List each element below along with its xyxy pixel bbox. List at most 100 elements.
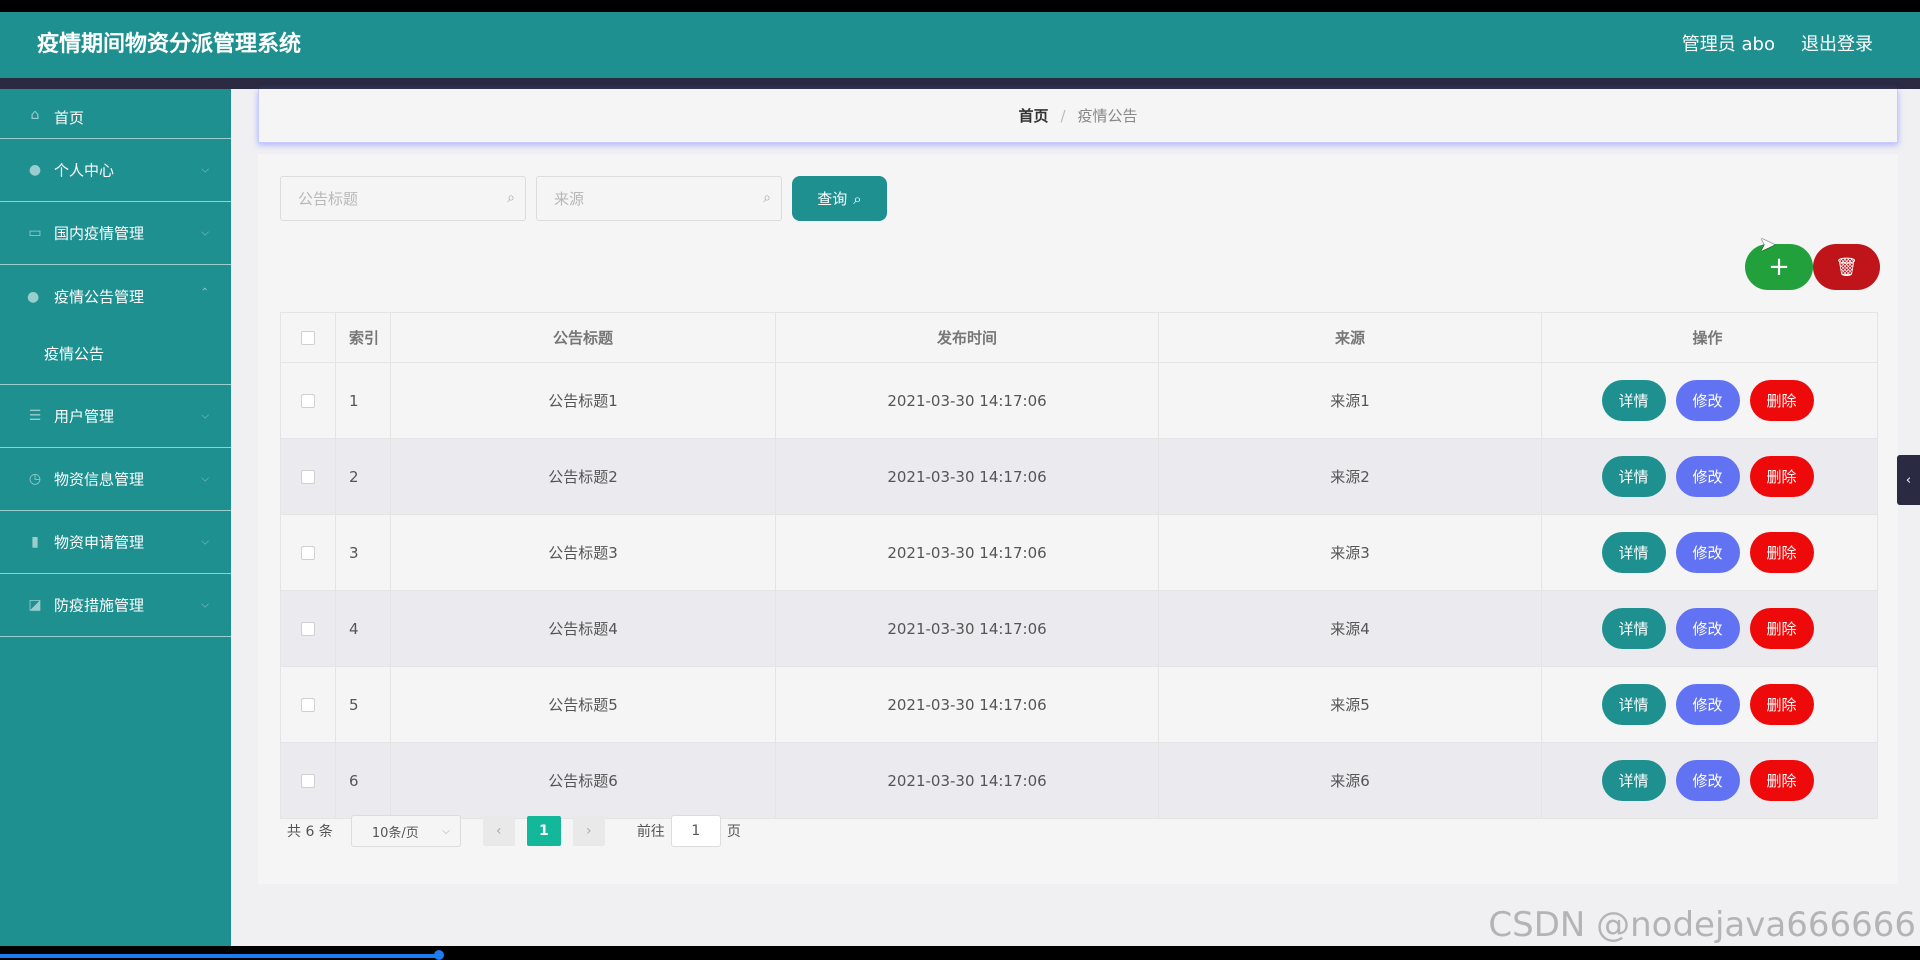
row-title: 公告标题5 — [391, 667, 776, 742]
breadcrumb-home[interactable]: 首页 — [1018, 105, 1048, 126]
row-source: 来源3 — [1159, 515, 1542, 590]
bar-chart-icon: ▮ — [31, 534, 39, 550]
delete-button[interactable]: 删除 — [1749, 456, 1814, 497]
sidebar-item-personal-center[interactable]: ● 个人中心 ⌵ — [0, 139, 231, 202]
sidebar-item-label: 物资申请管理 — [54, 533, 145, 552]
delete-button[interactable]: 删除 — [1749, 532, 1814, 573]
row-checkbox-cell — [281, 363, 336, 438]
query-button[interactable]: 查询 ⌕ — [792, 176, 887, 221]
search-icon: ⌕ — [763, 190, 771, 206]
batch-delete-button[interactable]: 🗑 — [1813, 244, 1880, 290]
progress-handle[interactable] — [434, 950, 444, 960]
detail-button[interactable]: 详情 — [1601, 380, 1666, 421]
goto-page-input[interactable]: 1 — [670, 815, 721, 847]
row-checkbox[interactable] — [301, 621, 315, 636]
side-collapse-tab[interactable]: ‹ — [1897, 455, 1920, 505]
sidebar: ⌂ 首页 ● 个人中心 ⌵ ▭ 国内疫情管理 ⌵ ● 疫情公告管理 ⌃ 疫情公告… — [0, 89, 231, 946]
row-actions: 详情 修改 删除 — [1542, 743, 1873, 818]
title-search-field: ⌕ — [280, 176, 526, 221]
row-title: 公告标题1 — [391, 363, 776, 438]
sidebar-item-user-management[interactable]: ☰ 用户管理 ⌵ — [0, 385, 231, 448]
logout-link[interactable]: 退出登录 — [1801, 12, 1873, 78]
row-checkbox[interactable] — [301, 697, 315, 712]
sidebar-item-label: 用户管理 — [54, 407, 115, 426]
row-checkbox[interactable] — [301, 393, 315, 408]
header-actions: 操作 — [1692, 329, 1723, 347]
row-checkbox[interactable] — [301, 545, 315, 560]
pagination-total: 共 6 条 — [287, 824, 333, 840]
delete-button[interactable]: 删除 — [1749, 684, 1814, 725]
sidebar-item-notice-management: ● 疫情公告管理 ⌃ 疫情公告 — [0, 265, 231, 385]
table-row: 3 公告标题3 2021-03-30 14:17:06 来源3 详情 修改 删除 — [281, 514, 1877, 590]
home-icon: ⌂ — [30, 107, 40, 123]
sidebar-item-domestic-epidemic[interactable]: ▭ 国内疫情管理 ⌵ — [0, 202, 231, 265]
chevron-left-icon: ‹ — [496, 823, 502, 839]
detail-button[interactable]: 详情 — [1601, 532, 1666, 573]
sidebar-item-prevention-measures[interactable]: ◪ 防疫措施管理 ⌵ — [0, 574, 231, 637]
row-time: 2021-03-30 14:17:06 — [776, 363, 1159, 438]
sidebar-item-notice-management-head[interactable]: ● 疫情公告管理 ⌃ — [0, 265, 231, 328]
edit-button[interactable]: 修改 — [1675, 380, 1740, 421]
content-panel: ⌕ ⌕ 查询 ⌕ + 🗑 索引 公告标题 发布时间 — [258, 154, 1898, 884]
row-checkbox-cell — [281, 667, 336, 742]
delete-button[interactable]: 删除 — [1749, 760, 1814, 801]
edit-button[interactable]: 修改 — [1675, 456, 1740, 497]
current-user: 管理员 abo — [1681, 34, 1775, 55]
edit-button[interactable]: 修改 — [1675, 684, 1740, 725]
row-time: 2021-03-30 14:17:06 — [776, 591, 1159, 666]
search-icon: ⌕ — [853, 189, 862, 208]
source-search-input[interactable] — [537, 177, 737, 220]
table-row: 5 公告标题5 2021-03-30 14:17:06 来源5 详情 修改 删除 — [281, 666, 1877, 742]
prev-page-button[interactable]: ‹ — [482, 816, 515, 846]
detail-button[interactable]: 详情 — [1601, 456, 1666, 497]
page-size-select[interactable]: 10条/页 ⌵ — [350, 815, 461, 847]
page-number-current[interactable]: 1 — [526, 816, 561, 846]
row-source: 来源6 — [1159, 743, 1542, 818]
sidebar-item-home[interactable]: ⌂ 首页 — [0, 89, 231, 139]
header-checkbox-cell — [281, 313, 336, 362]
next-page-button[interactable]: › — [572, 816, 605, 846]
chevron-down-icon: ⌵ — [201, 536, 209, 548]
sidebar-item-supplies-request[interactable]: ▮ 物资申请管理 ⌵ — [0, 511, 231, 574]
row-checkbox[interactable] — [301, 469, 315, 484]
table-header-row: 索引 公告标题 发布时间 来源 操作 — [281, 313, 1877, 362]
title-search-input[interactable] — [281, 177, 481, 220]
row-checkbox-cell — [281, 439, 336, 514]
source-search-field: ⌕ — [536, 176, 782, 221]
row-index: 1 — [336, 363, 391, 438]
header-source: 来源 — [1159, 313, 1542, 362]
main-area: 首页 / 疫情公告 ⌕ ⌕ 查询 ⌕ + 🗑 — [231, 89, 1920, 946]
header-time: 发布时间 — [776, 313, 1159, 362]
app-title: 疫情期间物资分派管理系统 — [37, 32, 302, 57]
goto-unit: 页 — [726, 824, 741, 840]
row-title: 公告标题2 — [391, 439, 776, 514]
row-source: 来源1 — [1159, 363, 1542, 438]
detail-button[interactable]: 详情 — [1601, 608, 1666, 649]
edit-button[interactable]: 修改 — [1675, 760, 1740, 801]
select-all-checkbox[interactable] — [301, 330, 315, 345]
delete-button[interactable]: 删除 — [1749, 608, 1814, 649]
chevron-left-icon: ‹ — [1905, 472, 1912, 488]
breadcrumb-separator: / — [1060, 106, 1066, 125]
delete-button[interactable]: 删除 — [1749, 380, 1814, 421]
row-index: 5 — [336, 667, 391, 742]
sidebar-item-supplies-info[interactable]: ◷ 物资信息管理 ⌵ — [0, 448, 231, 511]
add-button[interactable]: + — [1745, 244, 1813, 290]
edit-button[interactable]: 修改 — [1675, 532, 1740, 573]
row-checkbox[interactable] — [301, 773, 315, 788]
row-actions: 详情 修改 删除 — [1542, 515, 1873, 590]
detail-button[interactable]: 详情 — [1601, 760, 1666, 801]
row-time: 2021-03-30 14:17:06 — [776, 439, 1159, 514]
chevron-up-icon: ⌃ — [200, 287, 209, 298]
header-strip — [0, 78, 1920, 89]
chevron-down-icon: ⌵ — [201, 410, 209, 422]
row-source: 来源2 — [1159, 439, 1542, 514]
top-header: 疫情期间物资分派管理系统 管理员 abo 退出登录 — [0, 12, 1920, 78]
sidebar-item-label: 国内疫情管理 — [54, 224, 145, 243]
table-row: 4 公告标题4 2021-03-30 14:17:06 来源4 详情 修改 删除 — [281, 590, 1877, 666]
message-icon: ▭ — [28, 225, 42, 241]
edit-button[interactable]: 修改 — [1675, 608, 1740, 649]
sidebar-subitem-notice[interactable]: 疫情公告 — [44, 343, 104, 364]
search-icon: ⌕ — [507, 190, 515, 206]
detail-button[interactable]: 详情 — [1601, 684, 1666, 725]
